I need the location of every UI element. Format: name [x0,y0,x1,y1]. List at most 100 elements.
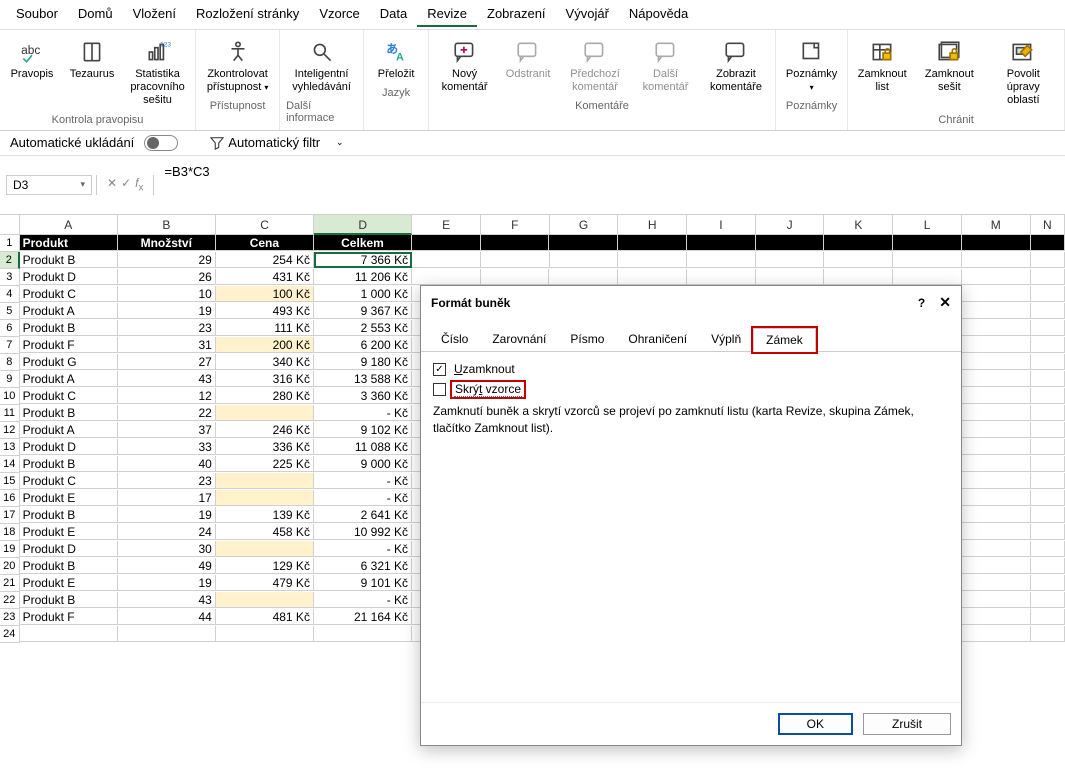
cell[interactable]: 24 [118,524,216,540]
hide-formulas-checkbox-row[interactable]: Skrýt vzorce [433,382,949,397]
ribbon-btn-pravopis[interactable]: abcPravopis [6,34,58,85]
cell[interactable] [962,269,1031,285]
cell[interactable] [1031,269,1065,285]
cell[interactable]: 31 [118,337,216,353]
cell[interactable] [549,269,618,285]
row-header[interactable]: 21 [0,575,20,592]
cell[interactable] [1031,252,1065,268]
ribbon-btn-zkontrolovat-přístupnost[interactable]: Zkontrolovat přístupnost ▾ [202,34,273,98]
cell-F1[interactable] [481,235,550,251]
row-header-1[interactable]: 1 [0,235,20,252]
column-header-H[interactable]: H [618,215,687,235]
close-button[interactable]: ✕ [939,294,951,311]
cell[interactable] [962,303,1031,319]
cell[interactable]: 9 367 Kč [314,303,412,319]
cell[interactable] [962,558,1031,574]
cell[interactable]: 9 000 Kč [314,456,412,472]
cell[interactable] [962,371,1031,387]
cell[interactable] [216,592,314,608]
ribbon-btn-tezaurus[interactable]: Tezaurus [66,34,118,85]
cell-J1[interactable] [756,235,825,251]
cell[interactable]: Produkt A [20,371,118,387]
cell[interactable]: - Kč [314,405,412,421]
cell[interactable]: 19 [118,575,216,591]
cell[interactable] [824,269,893,285]
cell[interactable]: - Kč [314,541,412,557]
cell[interactable] [893,252,962,268]
cell[interactable] [1031,541,1065,557]
cell[interactable]: - Kč [314,592,412,608]
cell[interactable]: Produkt B [20,320,118,336]
cell[interactable] [1031,609,1065,625]
dialog-tab-výplň[interactable]: Výplň [699,328,753,352]
cell[interactable]: 481 Kč [216,609,314,625]
menu-vzorce[interactable]: Vzorce [309,2,369,27]
cell[interactable] [1031,439,1065,455]
cell[interactable]: 10 [118,286,216,302]
row-header[interactable]: 22 [0,592,20,609]
column-header-B[interactable]: B [118,215,216,235]
ribbon-options-menu[interactable]: ⌄ [330,137,350,148]
row-header[interactable]: 2 [0,252,20,269]
menu-zobrazení[interactable]: Zobrazení [477,2,556,27]
column-header-I[interactable]: I [687,215,756,235]
cell[interactable] [216,490,314,506]
cell[interactable] [962,388,1031,404]
cell-M1[interactable] [962,235,1031,251]
cell[interactable] [962,626,1031,642]
menu-revize[interactable]: Revize [417,2,477,27]
ribbon-btn-statistika-pracovního-sešitu[interactable]: 123Statistika pracovního sešitu [126,34,189,112]
cell-E1[interactable] [412,235,481,251]
cell[interactable] [118,626,216,642]
row-header[interactable]: 6 [0,320,20,337]
cell[interactable]: 336 Kč [216,439,314,455]
cell[interactable]: 6 200 Kč [314,337,412,353]
cell[interactable] [962,439,1031,455]
ok-button[interactable]: OK [778,713,853,735]
dialog-tab-číslo[interactable]: Číslo [429,328,480,352]
row-header[interactable]: 9 [0,371,20,388]
cell[interactable]: - Kč [314,473,412,489]
cell[interactable]: 10 992 Kč [314,524,412,540]
cell[interactable]: 2 553 Kč [314,320,412,336]
cell[interactable] [962,456,1031,472]
menu-vývojář[interactable]: Vývojář [556,2,619,27]
cell[interactable]: Produkt B [20,507,118,523]
cell[interactable] [412,269,481,285]
column-header-K[interactable]: K [824,215,893,235]
cell[interactable] [1031,405,1065,421]
autosave-toggle[interactable] [144,135,178,151]
cell[interactable]: Produkt E [20,575,118,591]
cell[interactable]: 11 088 Kč [314,439,412,455]
lock-checkbox-row[interactable]: ✓ Uzamknout [433,362,949,376]
cell[interactable] [314,626,412,642]
row-header[interactable]: 13 [0,439,20,456]
cell[interactable] [1031,422,1065,438]
cell[interactable]: 200 Kč [216,337,314,353]
cell[interactable]: 100 Kč [216,286,314,302]
cell[interactable]: Produkt F [20,609,118,625]
cell[interactable]: 493 Kč [216,303,314,319]
cell[interactable]: 254 Kč [216,252,314,268]
cell[interactable] [1031,473,1065,489]
cell[interactable]: Produkt D [20,541,118,557]
ribbon-btn-zobrazit-komentáře[interactable]: Zobrazit komentáře [703,34,769,98]
cell[interactable] [20,626,118,642]
cancel-formula-icon[interactable]: ✕ [107,176,117,193]
cell[interactable] [1031,507,1065,523]
cell[interactable]: 340 Kč [216,354,314,370]
cell[interactable]: 111 Kč [216,320,314,336]
cell[interactable]: 129 Kč [216,558,314,574]
cell[interactable]: 21 164 Kč [314,609,412,625]
cell[interactable]: 2 641 Kč [314,507,412,523]
row-header[interactable]: 15 [0,473,20,490]
row-header[interactable]: 8 [0,354,20,371]
cell[interactable]: Produkt F [20,337,118,353]
cell[interactable] [962,575,1031,591]
cell[interactable] [1031,354,1065,370]
cell[interactable] [962,422,1031,438]
cell[interactable]: Produkt D [20,269,118,285]
cell[interactable] [962,337,1031,353]
cell[interactable] [1031,303,1065,319]
cell[interactable] [1031,575,1065,591]
